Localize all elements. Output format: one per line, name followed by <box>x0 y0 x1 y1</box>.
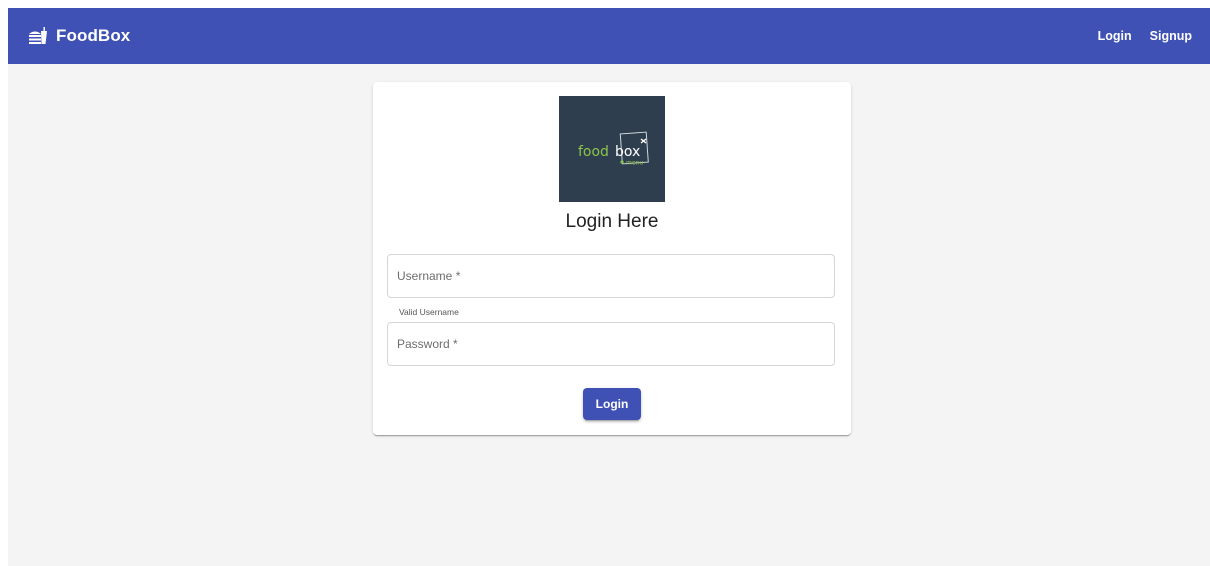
top-nav: Login Signup <box>1098 8 1192 64</box>
password-input[interactable] <box>388 323 834 365</box>
nav-signup-link[interactable]: Signup <box>1150 29 1192 43</box>
brand-link[interactable]: FoodBox <box>28 8 130 64</box>
foodbox-logo-graphic: food box menu <box>578 131 649 167</box>
foodbox-logo: food box menu <box>559 96 665 202</box>
username-input[interactable] <box>388 255 834 297</box>
login-heading: Login Here <box>565 211 659 232</box>
logo-text-box: box <box>615 144 640 160</box>
logo-text-menu: menu <box>626 160 643 167</box>
login-card: food box menu Login Here Valid Username … <box>373 82 851 435</box>
username-field[interactable] <box>387 254 835 298</box>
top-toolbar: FoodBox Login Signup <box>8 8 1210 64</box>
nav-login-link[interactable]: Login <box>1098 29 1132 43</box>
username-hint: Valid Username <box>399 307 459 317</box>
app-frame: FoodBox Login Signup food box menu Login… <box>8 8 1210 566</box>
brand-title: FoodBox <box>56 26 131 45</box>
fastfood-icon <box>28 26 48 46</box>
login-button[interactable]: Login <box>583 388 641 420</box>
password-field[interactable] <box>387 322 835 366</box>
logo-text-food: food <box>578 144 609 160</box>
